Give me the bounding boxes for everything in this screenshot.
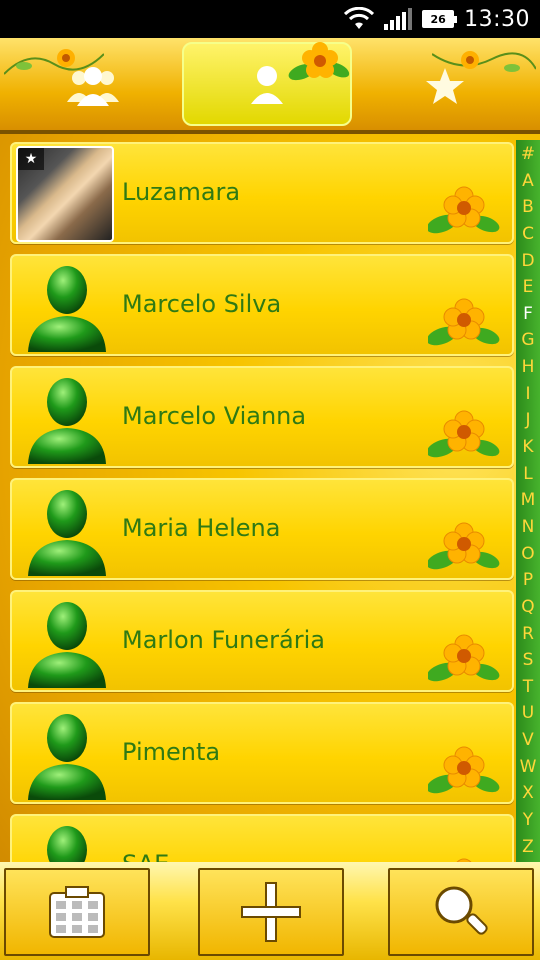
contact-photo[interactable]: ★ [16, 146, 114, 242]
people-icon [67, 67, 119, 106]
contact-name: Maria Helena [122, 514, 281, 542]
index-letter[interactable]: U [522, 705, 534, 722]
tab-contacts[interactable] [182, 42, 352, 126]
index-letter[interactable]: B [522, 199, 534, 216]
index-letter[interactable]: L [523, 465, 532, 483]
flower-decoration-icon [428, 298, 500, 346]
contact-name: Pimenta [122, 738, 221, 766]
contact-row[interactable]: Marlon Funerária [10, 590, 514, 692]
index-letter[interactable]: Z [522, 838, 534, 856]
index-letter[interactable]: V [522, 732, 534, 749]
status-bar: 26 13:30 [0, 0, 540, 38]
contact-name: Marcelo Silva [122, 290, 282, 318]
bottom-bar [0, 862, 540, 960]
index-letter[interactable]: F [523, 305, 533, 323]
contact-row[interactable]: Marcelo Vianna [10, 366, 514, 468]
battery-icon: 26 [422, 10, 458, 28]
index-letter[interactable]: A [522, 172, 534, 190]
contact-row[interactable]: SAE [10, 814, 514, 862]
index-letter[interactable]: I [525, 385, 530, 403]
flower-decoration-icon [428, 522, 500, 570]
contact-name: Marlon Funerária [122, 626, 325, 654]
index-letter[interactable]: S [523, 652, 534, 669]
index-letter[interactable]: W [520, 758, 537, 776]
star-icon [426, 68, 464, 104]
person-icon [251, 66, 283, 104]
contact-row[interactable]: ★ Luzamara [10, 142, 514, 244]
contact-name: SAE [122, 850, 169, 862]
index-letter[interactable]: T [523, 678, 533, 696]
index-letter[interactable]: C [522, 225, 534, 243]
index-letter[interactable]: O [521, 545, 534, 563]
index-letter[interactable]: M [521, 492, 536, 509]
alphabet-index[interactable]: # A B C D E F G H I J K L M N O P Q R S T U V W X Y Z [516, 140, 540, 862]
index-letter[interactable]: J [525, 412, 530, 429]
add-contact-button[interactable] [198, 868, 344, 956]
default-avatar-icon[interactable] [20, 596, 114, 690]
flower-decoration-icon [428, 186, 500, 234]
contact-list[interactable]: ★ Luzamara Marcelo Silva Marcelo Vianna M… [8, 140, 516, 862]
tab-favorites[interactable] [360, 44, 530, 128]
index-letter[interactable]: Y [523, 812, 533, 829]
search-icon [435, 886, 488, 935]
favorite-star-icon: ★ [18, 148, 44, 170]
contact-row[interactable]: Pimenta [10, 702, 514, 804]
contact-row[interactable]: Marcelo Silva [10, 254, 514, 356]
default-avatar-icon[interactable] [20, 260, 114, 354]
flower-decoration-icon [288, 42, 350, 81]
index-letter[interactable]: H [522, 359, 535, 376]
index-letter[interactable]: N [522, 518, 535, 536]
dialpad-button[interactable] [4, 868, 150, 956]
index-letter[interactable]: D [521, 252, 534, 270]
flower-decoration-icon [428, 410, 500, 458]
index-letter[interactable]: G [521, 332, 534, 349]
plus-icon [241, 882, 301, 942]
index-letter[interactable]: Q [521, 598, 534, 616]
signal-icon [384, 8, 413, 30]
dialpad-icon [49, 886, 105, 938]
search-button[interactable] [388, 868, 534, 956]
default-avatar-icon[interactable] [20, 708, 114, 802]
default-avatar-icon[interactable] [20, 820, 114, 862]
contact-row[interactable]: Maria Helena [10, 478, 514, 580]
index-letter[interactable]: K [522, 439, 533, 456]
contact-name: Marcelo Vianna [122, 402, 307, 430]
index-letter[interactable]: # [521, 146, 535, 163]
tab-bar [0, 38, 540, 134]
index-letter[interactable]: R [522, 625, 534, 643]
index-letter[interactable]: E [523, 279, 534, 296]
default-avatar-icon[interactable] [20, 372, 114, 466]
flower-decoration-icon [428, 746, 500, 794]
index-letter[interactable]: X [522, 785, 534, 802]
flower-decoration-icon [428, 634, 500, 682]
tab-groups[interactable] [8, 44, 178, 128]
index-letter[interactable]: P [523, 572, 533, 589]
wifi-icon [344, 7, 375, 29]
clock: 13:30 [464, 6, 530, 32]
contact-name: Luzamara [122, 178, 241, 206]
default-avatar-icon[interactable] [20, 484, 114, 578]
